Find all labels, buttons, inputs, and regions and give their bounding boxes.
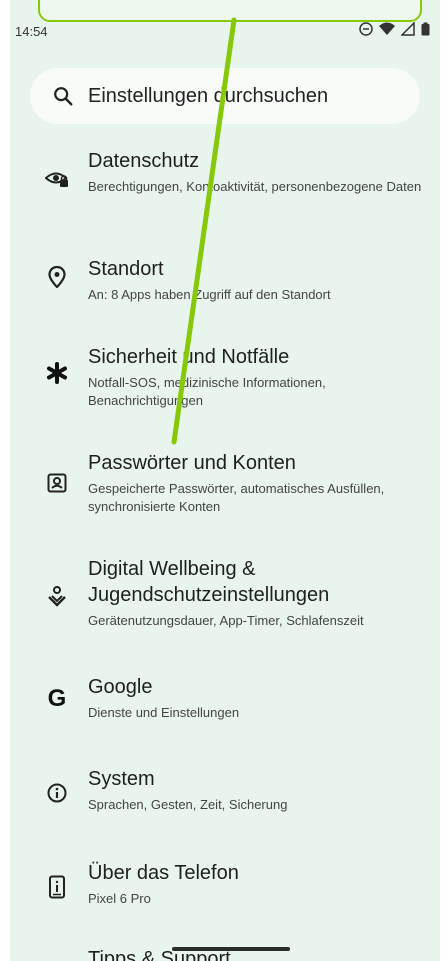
- item-title: Digital Wellbeing & Jugendschutzeinstell…: [88, 558, 330, 606]
- info-icon: [44, 780, 70, 806]
- item-subtitle: Notfall-SOS, medizinische Informationen,…: [88, 375, 326, 408]
- item-title: Google: [88, 676, 153, 698]
- account-box-icon: [44, 470, 70, 496]
- item-subtitle: An: 8 Apps haben Zugriff auf den Standor…: [88, 287, 331, 302]
- location-pin-icon: [44, 264, 70, 290]
- wifi-icon: [379, 22, 395, 39]
- item-title: System: [88, 768, 155, 790]
- search-icon: [54, 87, 73, 106]
- item-subtitle: Gespeicherte Passwörter, automatisches A…: [88, 481, 385, 514]
- status-bar: 14:54: [10, 0, 440, 44]
- status-time: 14:54: [15, 24, 48, 39]
- item-subtitle: Gerätenutzungsdauer, App-Timer, Schlafen…: [88, 613, 364, 628]
- item-title: Über das Telefon: [88, 862, 239, 884]
- dnd-icon: [359, 22, 373, 39]
- gesture-navigation-bar[interactable]: [172, 947, 290, 951]
- privacy-eye-lock-icon: [44, 166, 70, 192]
- phone-info-icon: [44, 874, 70, 900]
- battery-icon: [421, 22, 430, 39]
- search-placeholder: Einstellungen durchsuchen: [88, 84, 329, 107]
- signal-icon: [400, 21, 415, 39]
- item-title: Passwörter und Konten: [88, 452, 296, 474]
- item-subtitle: Sprachen, Gesten, Zeit, Sicherung: [88, 797, 288, 812]
- item-subtitle: Pixel 6 Pro: [88, 891, 151, 906]
- search-bar[interactable]: Einstellungen durchsuchen: [30, 68, 420, 124]
- google-icon: G: [47, 685, 67, 712]
- settings-screen: 14:54 Einstellungen durchsuchen Datensch…: [10, 0, 440, 961]
- item-title: Sicherheit und Notfälle: [88, 346, 290, 368]
- asterisk-icon: [44, 360, 70, 386]
- status-icons: [359, 21, 430, 39]
- wellbeing-icon: [44, 584, 70, 610]
- item-subtitle: Berechtigungen, Kontoaktivität, personen…: [88, 179, 422, 194]
- item-title: Standort: [88, 258, 164, 280]
- item-subtitle: Dienste und Einstellungen: [88, 705, 240, 720]
- item-title: Datenschutz: [88, 150, 200, 172]
